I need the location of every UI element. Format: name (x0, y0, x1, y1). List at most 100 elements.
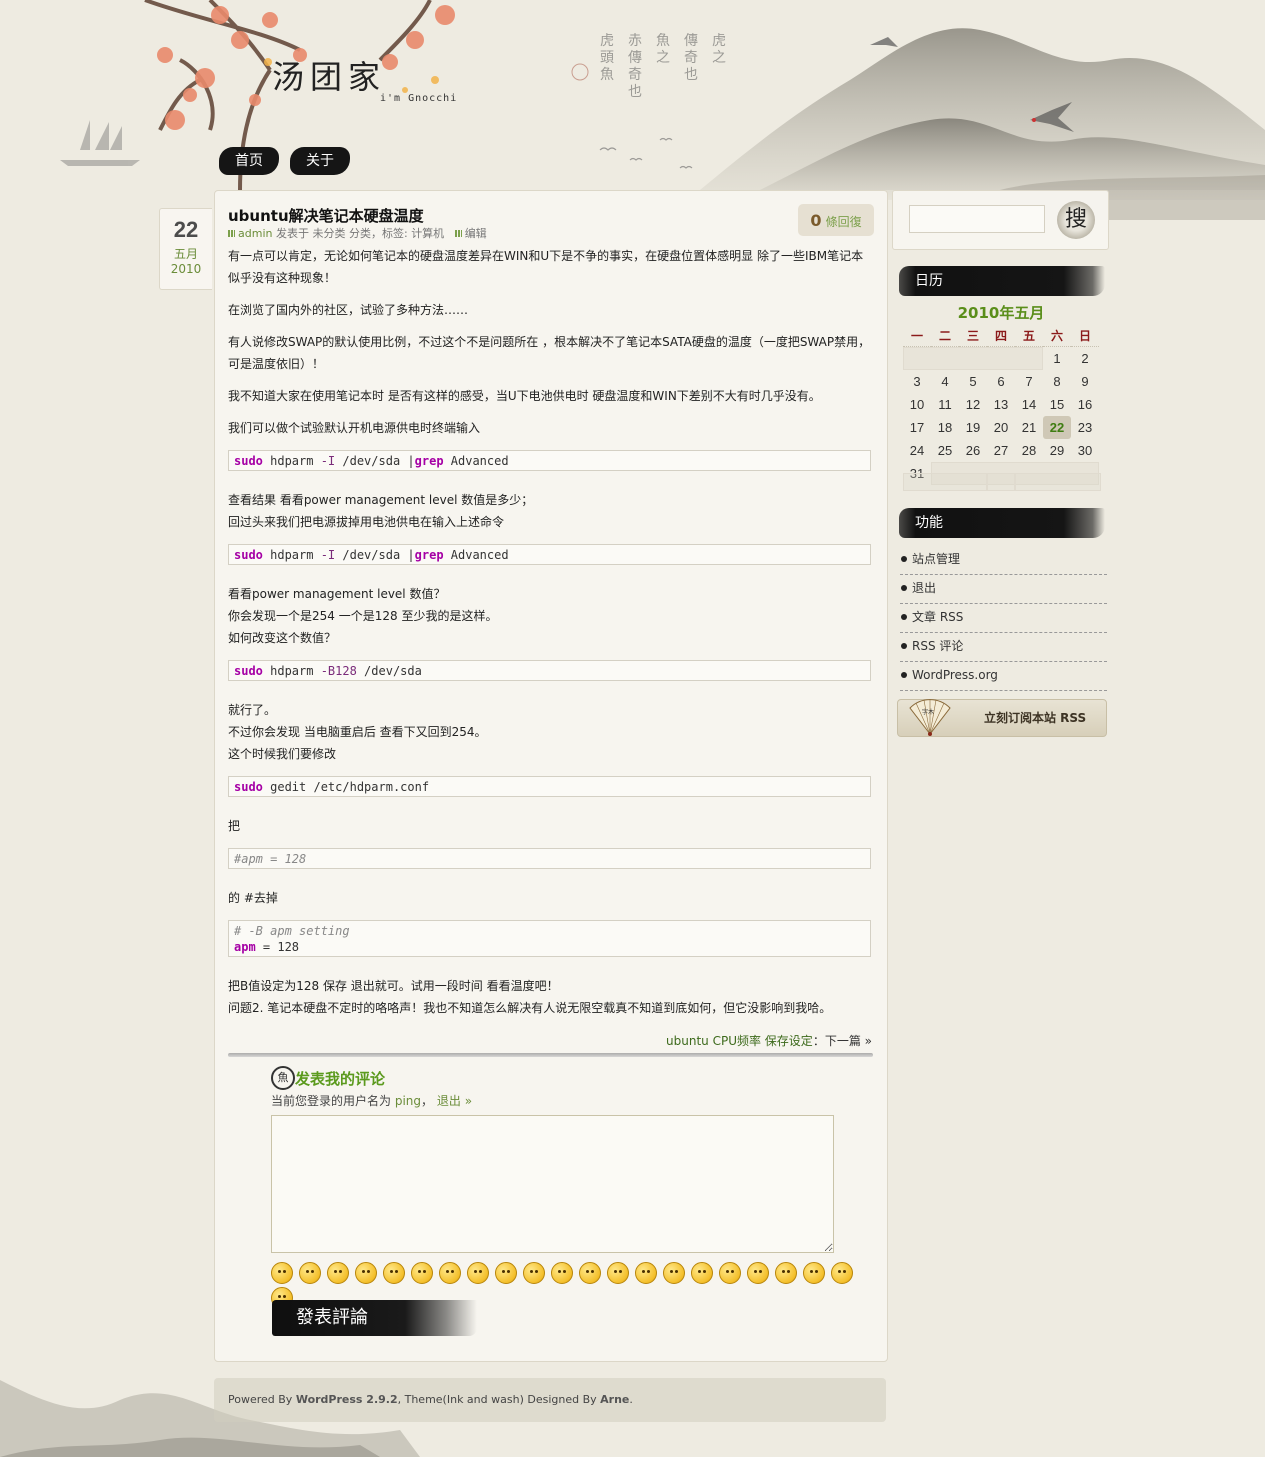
calendar-day: 10 (909, 397, 925, 412)
smiley-icon[interactable] (383, 1262, 405, 1284)
func-item-comments-rss[interactable]: RSS 评论 (900, 634, 1107, 662)
post-paragraph: 有人说修改SWAP的默认使用比例，不过这个不是问题所在 ，根本解决不了笔记本SA… (228, 335, 871, 371)
next-post-link[interactable]: 下一篇 » (825, 1034, 872, 1048)
smiley-icon[interactable] (523, 1262, 545, 1284)
smiley-icon[interactable] (299, 1262, 321, 1284)
svg-text:虎: 虎 (712, 33, 726, 49)
smiley-icon[interactable] (803, 1262, 825, 1284)
smiley-icon[interactable] (551, 1262, 573, 1284)
post-nav-separator: ： (812, 1034, 825, 1048)
calendar-day: 12 (965, 397, 981, 412)
smiley-icon[interactable] (775, 1262, 797, 1284)
calendar-day: 7 (1025, 374, 1033, 389)
calendar-nav (903, 473, 1101, 491)
calendar-weekday: 三 (959, 325, 987, 347)
code-block: sudo hdparm -B128 /dev/sda (228, 660, 871, 681)
calendar-day: 14 (1021, 397, 1037, 412)
post-paragraph: 问题2. 笔记本硬盘不定时的咯咯声！我也不知道怎么解决有人说无限空载真不知道到底… (228, 1001, 832, 1015)
calendar-pad (903, 347, 1043, 370)
comment-form-title: 发表我的评论 (295, 1070, 386, 1088)
post-edit-link[interactable]: 编辑 (465, 227, 487, 240)
footer-author-link[interactable]: Arne (600, 1393, 629, 1406)
post-paragraph: 有一点可以肯定，无论如何笔记本的硬盘温度差异在WIN和U下是不争的事实，在硬盘位… (228, 249, 864, 285)
comment-count-badge[interactable]: 0 條回復 (798, 204, 874, 236)
comment-textarea[interactable] (271, 1115, 834, 1253)
footer-end: . (629, 1393, 633, 1406)
post-paragraph: 的 #去掉 (228, 891, 278, 905)
smiley-icon[interactable] (747, 1262, 769, 1284)
post-paragraph: 把 (228, 819, 241, 833)
func-item-wordpress-org[interactable]: WordPress.org (900, 663, 1107, 691)
smiley-icon[interactable] (663, 1262, 685, 1284)
nav-about[interactable]: 关于 (290, 147, 350, 175)
smiley-icon[interactable] (607, 1262, 629, 1284)
smiley-icon[interactable] (439, 1262, 461, 1284)
func-item-site-admin[interactable]: 站点管理 (900, 547, 1107, 575)
login-prefix: 当前您登录的用户名为 (271, 1094, 392, 1108)
search-input[interactable] (909, 205, 1045, 233)
func-item-posts-rss[interactable]: 文章 RSS (900, 605, 1107, 633)
smiley-icon[interactable] (579, 1262, 601, 1284)
submit-comment-button[interactable]: 發表評論 (272, 1300, 477, 1336)
username-link[interactable]: ping (395, 1094, 421, 1108)
svg-text:魚: 魚 (656, 33, 670, 49)
footer-wordpress-link[interactable]: WordPress 2.9.2 (296, 1393, 398, 1406)
functions-heading: 功能 (899, 508, 1105, 538)
post-title[interactable]: ubuntu解决笔记本硬盘温度 (228, 205, 424, 226)
comment-count-number: 0 (810, 211, 822, 230)
calendar-day: 28 (1021, 443, 1037, 458)
svg-text:也: 也 (684, 67, 698, 83)
code-block: sudo hdparm -I /dev/sda |grep Advanced (228, 544, 871, 565)
post-paragraph: 我不知道大家在使用笔记本时 是否有这样的感受，当U下电池供电时 硬盘温度和WIN… (228, 389, 821, 403)
calendar-day: 4 (941, 374, 949, 389)
smiley-icon[interactable] (271, 1262, 293, 1284)
search-seal-icon[interactable]: 搜 (1057, 201, 1095, 239)
calendar-day: 6 (997, 374, 1005, 389)
calendar-day: 17 (909, 420, 925, 435)
logout-link[interactable]: 退出 » (437, 1094, 472, 1108)
svg-text:字木: 字木 (922, 708, 934, 716)
post-paragraph: 你会发现一个是254 一个是128 至少我的是这样。 (228, 609, 498, 623)
prev-post-link[interactable]: ubuntu CPU频率 保存设定 (666, 1034, 813, 1048)
smiley-icon[interactable] (831, 1262, 853, 1284)
smiley-icon[interactable] (467, 1262, 489, 1284)
code-block: sudo hdparm -I /dev/sda |grep Advanced (228, 450, 871, 471)
svg-text:也: 也 (628, 84, 642, 100)
calendar-day: 15 (1049, 397, 1065, 412)
post-meta-posted: 发表于 (275, 227, 309, 240)
svg-text:之: 之 (656, 50, 670, 66)
post-author[interactable]: admin (238, 227, 272, 240)
smiley-icon[interactable] (411, 1262, 433, 1284)
footer-theme: , Theme(Ink and wash) Designed By (397, 1393, 597, 1406)
calendar-weekday: 六 (1043, 325, 1071, 347)
calendar-next[interactable] (1015, 473, 1101, 491)
smiley-icon[interactable] (355, 1262, 377, 1284)
calendar-day: 3 (913, 374, 921, 389)
func-item-logout[interactable]: 退出 (900, 576, 1107, 604)
smiley-icon[interactable] (719, 1262, 741, 1284)
rss-subscribe-text: 立刻订阅本站 RSS (984, 711, 1087, 725)
post-category[interactable]: 未分类 (312, 227, 345, 240)
post-tag[interactable]: 计算机 (411, 227, 444, 240)
post-date-year: 2010 (170, 262, 202, 276)
rss-subscribe-banner[interactable]: 字木 立刻订阅本站 RSS (897, 699, 1107, 737)
calendar-day: 18 (937, 420, 953, 435)
calendar-day: 5 (969, 374, 977, 389)
smiley-icon[interactable] (635, 1262, 657, 1284)
edit-dots-icon (454, 230, 462, 237)
nav-home[interactable]: 首页 (219, 147, 279, 175)
calendar-day: 9 (1081, 374, 1089, 389)
svg-text:赤: 赤 (628, 33, 642, 49)
smiley-icon[interactable] (691, 1262, 713, 1284)
calendar-day[interactable]: 22 (1043, 416, 1071, 439)
site-title[interactable]: 汤团家 (272, 52, 386, 98)
calendar-day: 24 (909, 443, 925, 458)
post-date-day: 22 (173, 217, 199, 242)
footer-powered: Powered By (228, 1393, 293, 1406)
post-paragraph: 不过你会发现 当电脑重启后 查看下又回到254。 (228, 725, 487, 739)
smiley-icon[interactable] (327, 1262, 349, 1284)
calendar-table: 一二三四五六日 1 2 3 4 5 6 7 8 9 10 11 12 13 14 15 16 17 18 19 20 2… (903, 325, 1099, 485)
calendar-prev[interactable] (903, 473, 987, 491)
calendar-day: 2 (1081, 351, 1089, 366)
smiley-icon[interactable] (495, 1262, 517, 1284)
